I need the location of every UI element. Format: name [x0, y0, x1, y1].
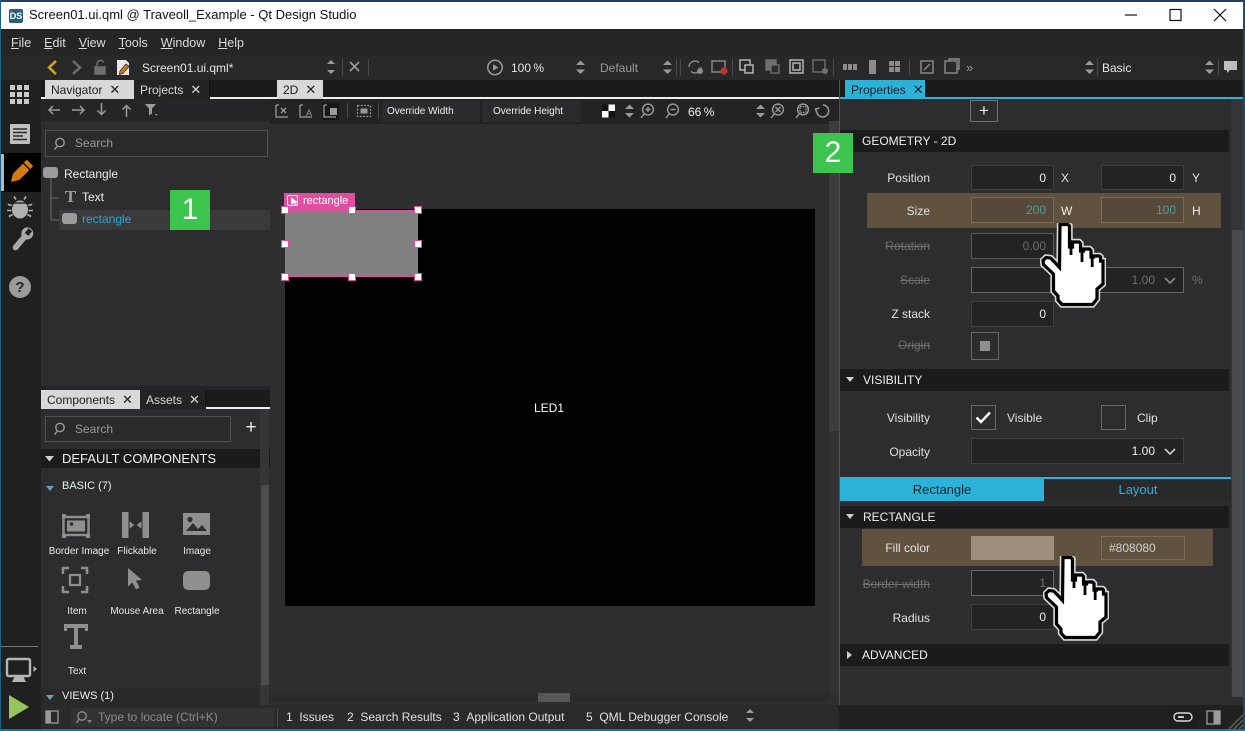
svg-text:A: A	[306, 108, 312, 118]
svg-text:»: »	[966, 60, 973, 75]
svg-text:?: ?	[15, 279, 24, 296]
